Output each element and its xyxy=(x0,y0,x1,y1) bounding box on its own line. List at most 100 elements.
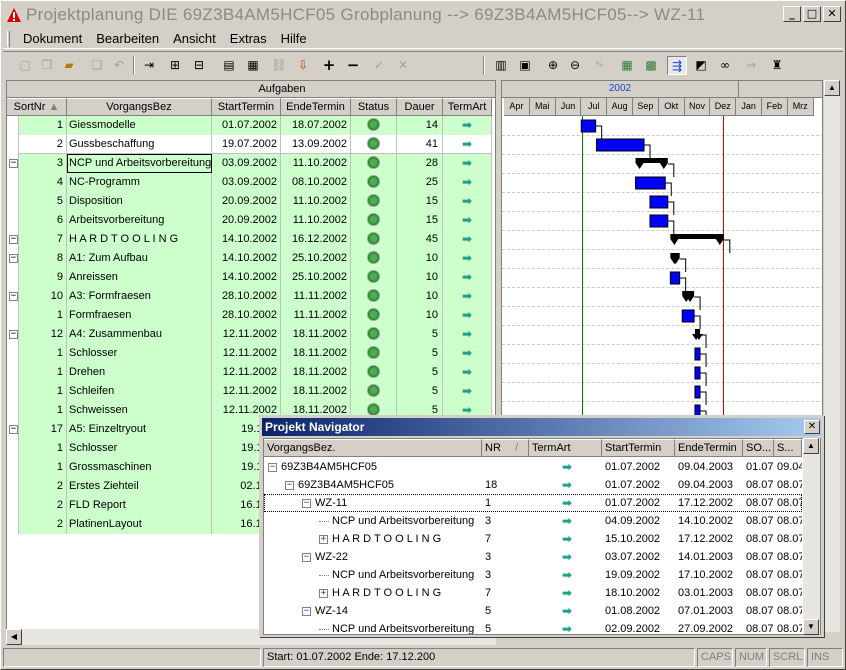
dauer-cell[interactable]: 5 xyxy=(397,344,443,363)
termart-cell[interactable]: ➡ xyxy=(443,173,492,192)
sortnr-cell[interactable]: 8 xyxy=(19,249,67,268)
tree-cell[interactable]: − xyxy=(7,287,19,306)
nav-end-cell[interactable]: 27.09.2002 xyxy=(675,620,743,634)
dauer-cell[interactable]: 25 xyxy=(397,173,443,192)
nav-end-cell[interactable]: 09.04.2003 xyxy=(675,476,743,494)
sortnr-cell[interactable]: 17 xyxy=(19,420,67,439)
maximize-button[interactable]: □ xyxy=(803,6,821,22)
nav-start-cell[interactable]: 03.07.2002 xyxy=(602,548,675,566)
name-cell[interactable]: Grossmaschinen xyxy=(67,458,212,477)
end-cell[interactable]: 08.10.2002 xyxy=(281,173,351,192)
nav-nr-cell[interactable]: 7 xyxy=(482,530,529,548)
nav-s-cell[interactable]: 09.04 xyxy=(774,458,802,476)
nav-name-cell[interactable]: − WZ-11 xyxy=(264,494,482,512)
gantt-links-icon[interactable]: ⇶ xyxy=(667,56,687,75)
sortnr-cell[interactable]: 6 xyxy=(19,211,67,230)
dauer-cell[interactable]: 10 xyxy=(397,287,443,306)
table-row[interactable]: 6 Arbeitsvorbereitung 20.09.2002 11.10.2002… xyxy=(7,211,492,230)
collapse-icon[interactable]: − xyxy=(9,254,18,263)
termart-cell[interactable]: ➡ xyxy=(443,211,492,230)
navigator-row[interactable]: + H A R D T O O L I N G 7 ➡ 15.10.2002 17.12.… xyxy=(264,530,802,548)
dauer-cell[interactable]: 5 xyxy=(397,325,443,344)
end-cell[interactable]: 18.11.2002 xyxy=(281,325,351,344)
move-icon[interactable]: ⇩ xyxy=(293,56,313,75)
table-row[interactable]: 5 Disposition 20.09.2002 11.10.2002 15 ➡ xyxy=(7,192,492,211)
collapse-icon[interactable]: − xyxy=(9,235,18,244)
nav-col-name[interactable]: VorgangsBez. xyxy=(264,439,482,457)
menu-hilfe[interactable]: Hilfe xyxy=(274,30,314,48)
nav-s-cell[interactable]: 08.07 xyxy=(774,602,802,620)
tree-cell[interactable] xyxy=(7,496,19,515)
tree-cell[interactable]: − xyxy=(7,420,19,439)
start-cell[interactable]: 19.07.2002 xyxy=(212,135,281,154)
name-cell[interactable]: A5: Einzeltryout xyxy=(67,420,212,439)
col-vorgangsbez[interactable]: VorgangsBez xyxy=(67,98,212,116)
navigator-title[interactable]: Projekt Navigator xyxy=(262,418,821,436)
end-cell[interactable]: 13.09.2002 xyxy=(281,135,351,154)
gantt-vertical-scrollbar[interactable]: ▲ xyxy=(823,80,840,632)
name-cell[interactable]: H A R D T O O L I N G xyxy=(67,230,212,249)
nav-nr-cell[interactable]: 5 xyxy=(482,620,529,634)
menu-bearbeiten[interactable]: Bearbeiten xyxy=(89,30,166,48)
table-row[interactable]: 1 Schleifen 12.11.2002 18.11.2002 5 ➡ xyxy=(7,382,492,401)
paste-icon[interactable]: ❏ xyxy=(87,56,107,75)
gantt-settings-icon[interactable]: ▥ xyxy=(491,56,511,75)
table-row[interactable]: 2 Gussbeschaffung 19.07.2002 13.09.2002 41 ➡ xyxy=(7,135,492,154)
sortnr-cell[interactable]: 1 xyxy=(19,439,67,458)
collapse-icon[interactable]: − xyxy=(302,498,311,508)
nav-termart-cell[interactable]: ➡ xyxy=(529,530,602,548)
name-cell[interactable]: Schlosser xyxy=(67,344,212,363)
nav-end-cell[interactable]: 09.04.2003 xyxy=(675,458,743,476)
nav-start-cell[interactable]: 02.09.2002 xyxy=(602,620,675,634)
nav-s-cell[interactable]: 08.07 xyxy=(774,620,802,634)
status-cell[interactable] xyxy=(351,306,397,325)
name-cell[interactable]: Schweissen xyxy=(67,401,212,420)
termart-cell[interactable]: ➡ xyxy=(443,268,492,287)
nav-s-cell[interactable]: 08.07 xyxy=(774,530,802,548)
nav-name-cell[interactable]: + H A R D T O O L I N G xyxy=(264,530,482,548)
name-cell[interactable]: Giessmodelle xyxy=(67,116,212,135)
nav-col-endetermin[interactable]: EndeTermin xyxy=(675,439,743,457)
new-doc-icon[interactable]: ▢ xyxy=(15,56,35,75)
nav-start-cell[interactable]: 19.09.2002 xyxy=(602,566,675,584)
nav-col-s[interactable]: S... xyxy=(774,439,802,457)
nav-name-cell[interactable]: NCP und Arbeitsvorbereitung xyxy=(264,512,482,530)
termart-cell[interactable]: ➡ xyxy=(443,135,492,154)
termart-cell[interactable]: ➡ xyxy=(443,382,492,401)
nav-so-cell[interactable]: 08.07 xyxy=(743,476,774,494)
end-cell[interactable]: 18.11.2002 xyxy=(281,363,351,382)
status-cell[interactable] xyxy=(351,116,397,135)
col-endetermin[interactable]: EndeTermin xyxy=(281,98,351,116)
nav-name-cell[interactable]: NCP und Arbeitsvorbereitung xyxy=(264,620,482,634)
tree-cell[interactable] xyxy=(7,116,19,135)
nav-nr-cell[interactable]: 3 xyxy=(482,548,529,566)
calendar-week-icon[interactable]: ▩ xyxy=(641,56,661,75)
nav-start-cell[interactable]: 01.07.2002 xyxy=(602,494,675,512)
termart-cell[interactable]: ➡ xyxy=(443,287,492,306)
nav-nr-cell[interactable]: 1 xyxy=(482,494,529,512)
sortnr-cell[interactable]: 2 xyxy=(19,515,67,534)
name-cell[interactable]: FLD Report xyxy=(67,496,212,515)
nav-termart-cell[interactable]: ➡ xyxy=(529,584,602,602)
navigator-row[interactable]: NCP und Arbeitsvorbereitung 5 ➡ 02.09.2002 2… xyxy=(264,620,802,634)
collapse-icon[interactable]: − xyxy=(9,292,18,301)
sortnr-cell[interactable]: 9 xyxy=(19,268,67,287)
name-cell[interactable]: Erstes Ziehteil xyxy=(67,477,212,496)
nav-end-cell[interactable]: 14.10.2002 xyxy=(675,512,743,530)
table-row[interactable]: − 12 A4: Zusammenbau 12.11.2002 18.11.2002 5 ➡ xyxy=(7,325,492,344)
nav-termart-cell[interactable]: ➡ xyxy=(529,494,602,512)
nav-name-cell[interactable]: −69Z3B4AM5HCF05 xyxy=(264,476,482,494)
collapse-icon[interactable]: − xyxy=(9,330,18,339)
nav-termart-cell[interactable]: ➡ xyxy=(529,566,602,584)
nav-scroll-up-icon[interactable]: ▲ xyxy=(803,438,819,454)
name-cell[interactable]: A1: Zum Aufbau xyxy=(67,249,212,268)
collapse-icon[interactable]: − xyxy=(285,480,294,490)
nav-col-so[interactable]: SO... xyxy=(743,439,774,457)
col-termart[interactable]: TermArt xyxy=(443,98,492,116)
table-icon[interactable]: ▦ xyxy=(243,56,263,75)
sortnr-cell[interactable]: 4 xyxy=(19,173,67,192)
menu-dokument[interactable]: Dokument xyxy=(16,30,89,48)
termart-cell[interactable]: ➡ xyxy=(443,306,492,325)
nav-col-nr[interactable]: NR xyxy=(482,439,512,457)
col-dauer[interactable]: Dauer xyxy=(397,98,443,116)
